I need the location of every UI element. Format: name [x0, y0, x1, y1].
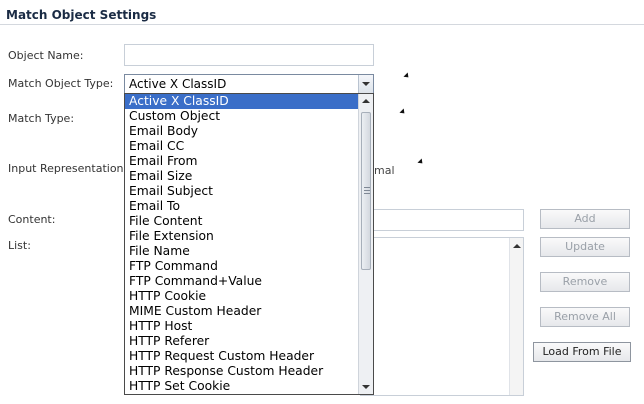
update-button[interactable]: Update: [540, 237, 630, 257]
values-list[interactable]: [360, 237, 524, 396]
panel-title: Match Object Settings: [6, 8, 157, 22]
dropdown-scrollbar[interactable]: [358, 94, 373, 394]
dropdown-option[interactable]: Custom Object: [125, 109, 358, 124]
match-object-type-dropdown-list[interactable]: Active X ClassID Custom Object Email Body E…: [124, 93, 374, 395]
dropdown-option[interactable]: Active X ClassID: [125, 94, 358, 109]
dropdown-option[interactable]: Email To: [125, 199, 358, 214]
match-type-label: Match Type:: [8, 112, 75, 125]
required-marker-icon: [399, 108, 407, 116]
input-representation-option-text: mal: [374, 164, 395, 177]
required-marker-icon: [403, 72, 411, 80]
dropdown-option[interactable]: HTTP Set Cookie: [125, 379, 358, 394]
dropdown-option[interactable]: HTTP Host: [125, 319, 358, 334]
dropdown-option[interactable]: Email Subject: [125, 184, 358, 199]
dropdown-option[interactable]: Email Size: [125, 169, 358, 184]
chevron-down-icon: [362, 82, 370, 86]
object-name-input[interactable]: [124, 44, 374, 66]
remove-all-button[interactable]: Remove All: [540, 307, 630, 327]
dropdown-option[interactable]: File Extension: [125, 229, 358, 244]
select-dropdown-button[interactable]: [358, 75, 373, 93]
scroll-down-icon[interactable]: [362, 385, 370, 389]
dropdown-option[interactable]: FTP Command: [125, 259, 358, 274]
dropdown-option[interactable]: File Content: [125, 214, 358, 229]
dropdown-option[interactable]: HTTP Referer: [125, 334, 358, 349]
dropdown-option[interactable]: File Name: [125, 244, 358, 259]
dropdown-option[interactable]: HTTP Request Custom Header: [125, 349, 358, 364]
dropdown-option[interactable]: Email From: [125, 154, 358, 169]
match-object-type-select[interactable]: Active X ClassID: [124, 74, 374, 94]
dropdown-option[interactable]: MIME Custom Header: [125, 304, 358, 319]
add-button[interactable]: Add: [540, 209, 630, 229]
scroll-up-icon[interactable]: [513, 244, 521, 248]
scroll-up-icon[interactable]: [362, 99, 370, 103]
input-representation-label: Input Representation:: [8, 162, 128, 175]
dropdown-option[interactable]: Email Body: [125, 124, 358, 139]
dropdown-options: Active X ClassID Custom Object Email Body E…: [125, 94, 358, 394]
scrollbar-thumb[interactable]: [361, 112, 371, 270]
content-label: Content:: [8, 213, 56, 226]
match-object-type-value: Active X ClassID: [129, 77, 227, 91]
object-name-label: Object Name:: [8, 49, 84, 62]
remove-button[interactable]: Remove: [540, 272, 630, 292]
dropdown-option[interactable]: HTTP Response Custom Header: [125, 364, 358, 379]
dropdown-option[interactable]: Email CC: [125, 139, 358, 154]
dropdown-option[interactable]: FTP Command+Value: [125, 274, 358, 289]
list-scrollbar[interactable]: [509, 238, 523, 395]
dropdown-option[interactable]: HTTP Cookie: [125, 289, 358, 304]
match-object-type-label: Match Object Type:: [8, 77, 114, 90]
load-from-file-button[interactable]: Load From File: [533, 342, 631, 362]
content-input[interactable]: [360, 209, 524, 231]
title-divider: [0, 24, 644, 25]
list-label: List:: [8, 239, 31, 252]
required-marker-icon: [417, 158, 425, 166]
